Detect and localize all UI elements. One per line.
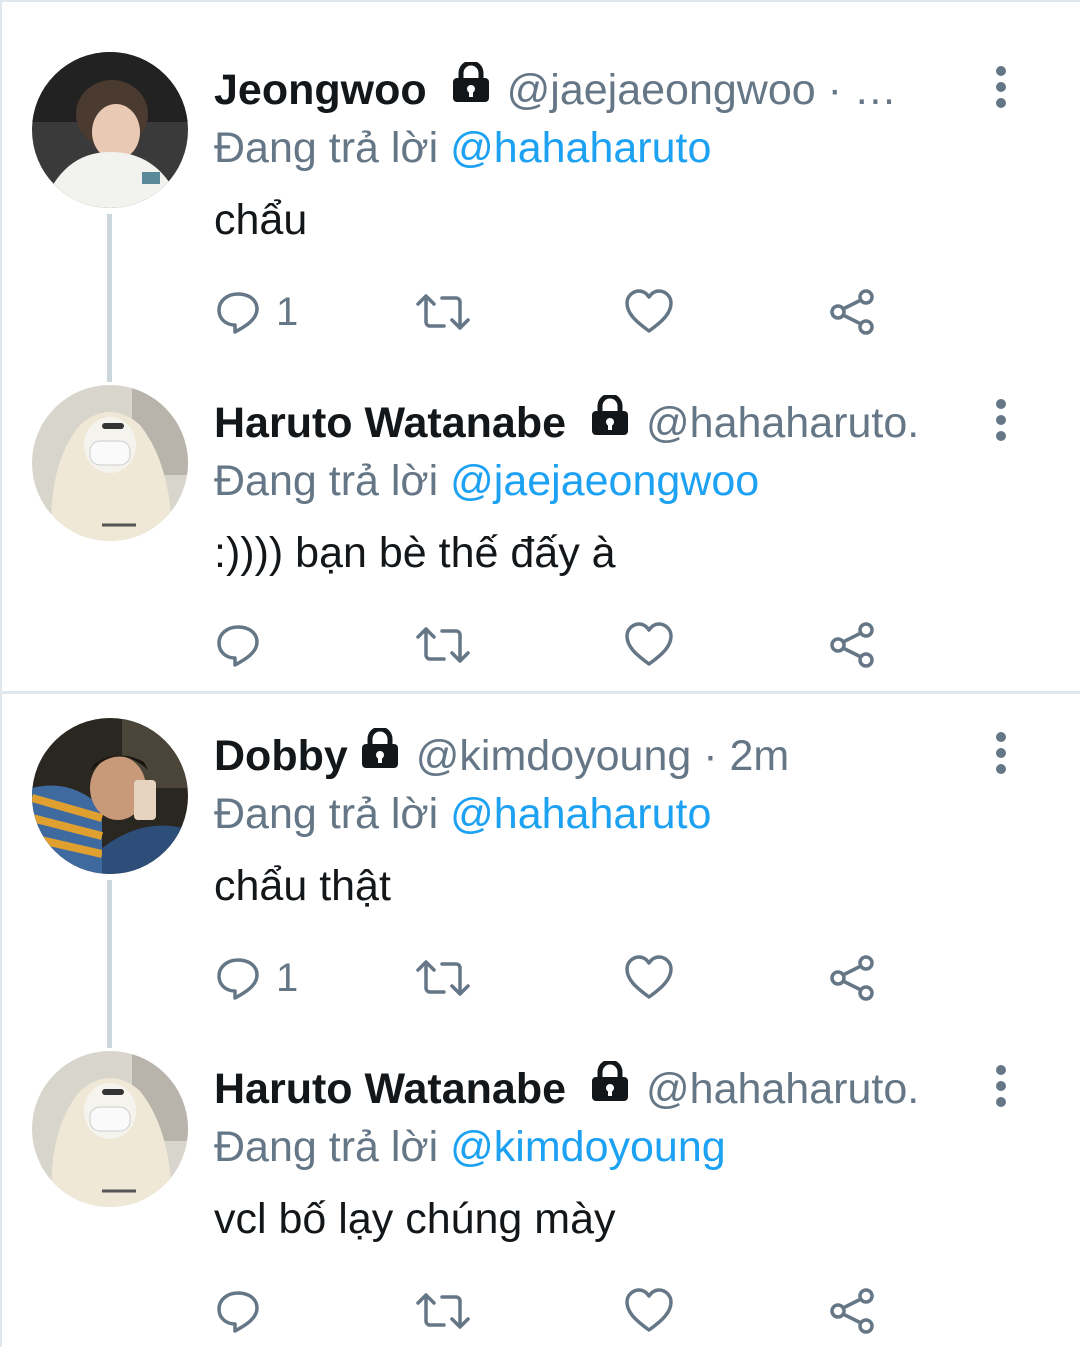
tweet-text: :)))) bạn bè thế đấy à	[214, 529, 616, 577]
reply-count: 1	[276, 956, 299, 1000]
avatar[interactable]	[32, 1051, 188, 1207]
share-icon	[830, 955, 874, 1001]
more-icon[interactable]	[987, 1063, 1015, 1109]
avatar[interactable]	[32, 718, 188, 874]
reply-button[interactable]: 1	[214, 284, 334, 340]
tweet-text: chẩu thật	[214, 862, 391, 910]
replying-to: Đang trả lời @kimdoyoung	[214, 1121, 726, 1173]
share-button[interactable]	[828, 950, 878, 1006]
reply-mention[interactable]: @jaejaeongwoo	[450, 457, 759, 505]
handle[interactable]: @jaejaeongwoo · …	[507, 66, 897, 114]
like-icon	[625, 955, 673, 999]
reply-icon	[217, 958, 259, 1000]
reply-prefix: Đang trả lời	[214, 124, 439, 172]
retweet-button[interactable]	[414, 617, 474, 673]
like-icon	[625, 622, 673, 666]
reply-prefix: Đang trả lời	[214, 790, 439, 838]
avatar-haruto-image	[32, 1051, 188, 1207]
reply-prefix: Đang trả lời	[214, 457, 439, 505]
action-bar: 1	[214, 284, 894, 340]
reply-mention[interactable]: @hahaharuto	[450, 790, 711, 838]
tweet-text: vcl bố lạy chúng mày	[214, 1195, 616, 1243]
like-icon	[625, 289, 673, 333]
avatar-dobby-image	[32, 718, 188, 874]
replying-to: Đang trả lời @hahaharuto	[214, 122, 711, 174]
like-icon	[625, 1288, 673, 1332]
more-icon[interactable]	[987, 397, 1015, 443]
avatar-jeongwoo-image	[32, 52, 188, 208]
action-bar	[214, 1283, 894, 1339]
lock-icon	[588, 395, 632, 449]
tweet-header: Haruto Watanabe @hahaharuto.	[214, 395, 974, 451]
retweet-button[interactable]	[414, 284, 474, 340]
tweet[interactable]: Jeongwoo @jaejaeongwoo · … Đang trả lời @…	[2, 2, 1080, 335]
action-bar: 1	[214, 950, 894, 1006]
reply-button[interactable]: 1	[214, 950, 334, 1006]
more-icon[interactable]	[987, 730, 1015, 776]
reply-icon	[217, 625, 259, 667]
action-bar	[214, 617, 894, 673]
retweet-icon	[416, 627, 470, 663]
tweet[interactable]: Dobby @kimdoyoung · 2m Đang trả lời @haha…	[2, 668, 1080, 1001]
tweet[interactable]: Haruto Watanabe @hahaharuto. Đang trả lời…	[2, 1001, 1080, 1334]
reply-icon	[217, 292, 259, 334]
avatar[interactable]	[32, 52, 188, 208]
retweet-icon	[416, 294, 470, 330]
reply-icon	[217, 1291, 259, 1333]
share-icon	[830, 622, 874, 668]
like-button[interactable]	[624, 284, 674, 340]
handle[interactable]: @hahaharuto.	[646, 1065, 919, 1113]
reply-prefix: Đang trả lời	[214, 1123, 439, 1171]
tweet[interactable]: Haruto Watanabe @hahaharuto. Đang trả lời…	[2, 335, 1080, 668]
share-icon	[830, 289, 874, 335]
timeline: Jeongwoo @jaejaeongwoo · … Đang trả lời @…	[0, 0, 1080, 1347]
tweet-header: Haruto Watanabe @hahaharuto.	[214, 1061, 974, 1117]
tweet-header: Dobby @kimdoyoung · 2m	[214, 728, 974, 784]
avatar[interactable]	[32, 385, 188, 541]
retweet-button[interactable]	[414, 950, 474, 1006]
more-icon[interactable]	[987, 64, 1015, 110]
lock-icon	[588, 1061, 632, 1115]
replying-to: Đang trả lời @jaejaeongwoo	[214, 455, 759, 507]
like-button[interactable]	[624, 950, 674, 1006]
display-name[interactable]: Haruto Watanabe	[214, 1065, 566, 1113]
display-name[interactable]: Haruto Watanabe	[214, 399, 566, 447]
reply-count: 1	[276, 290, 299, 334]
handle[interactable]: @hahaharuto.	[646, 399, 919, 447]
tweet-header: Jeongwoo @jaejaeongwoo · …	[214, 62, 974, 118]
tweet-text: chẩu	[214, 196, 308, 244]
reply-mention[interactable]: @kimdoyoung	[450, 1123, 726, 1171]
like-button[interactable]	[624, 1283, 674, 1339]
avatar-haruto-image	[32, 385, 188, 541]
replying-to: Đang trả lời @hahaharuto	[214, 788, 711, 840]
reply-button[interactable]	[214, 617, 334, 673]
retweet-icon	[416, 1293, 470, 1329]
like-button[interactable]	[624, 617, 674, 673]
share-button[interactable]	[828, 617, 878, 673]
handle[interactable]: @kimdoyoung · 2m	[416, 732, 789, 780]
reply-mention[interactable]: @hahaharuto	[450, 124, 711, 172]
retweet-button[interactable]	[414, 1283, 474, 1339]
lock-icon	[449, 62, 493, 116]
share-button[interactable]	[828, 1283, 878, 1339]
share-icon	[830, 1288, 874, 1334]
retweet-icon	[416, 960, 470, 996]
lock-icon	[358, 728, 402, 782]
display-name[interactable]: Jeongwoo	[214, 66, 427, 114]
display-name[interactable]: Dobby	[214, 732, 348, 780]
share-button[interactable]	[828, 284, 878, 340]
reply-button[interactable]	[214, 1283, 334, 1339]
